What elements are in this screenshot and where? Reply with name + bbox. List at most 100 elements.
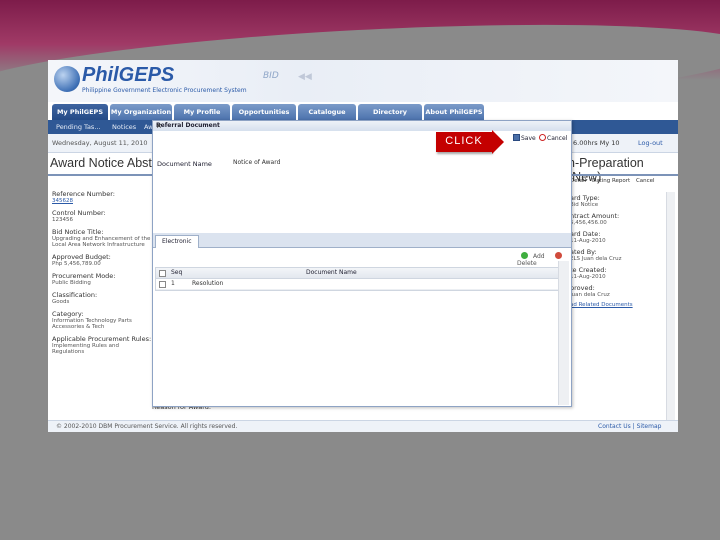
- save-icon: [513, 134, 520, 141]
- field-applicable-rules: Applicable Procurement Rules: Implementi…: [52, 335, 152, 355]
- field-category: Category: Information Technology Parts A…: [52, 310, 152, 330]
- field-value: Upgrading and Enhancement of the Local A…: [52, 236, 151, 248]
- browser-screenshot: PhilGEPS Philippine Government Electroni…: [48, 60, 678, 432]
- field-value: Php 5,456,789.00: [52, 261, 101, 267]
- field-classification: Classification: Goods: [52, 291, 152, 305]
- tab-my-philgeps[interactable]: My PhilGEPS: [52, 104, 108, 120]
- site-logo[interactable]: PhilGEPS: [82, 64, 174, 87]
- callout-text: CLICK: [445, 135, 483, 147]
- table-row[interactable]: 1 Resolution: [156, 279, 559, 290]
- tab-my-organization[interactable]: My Organization: [110, 104, 172, 120]
- field-value: Information Technology Parts Accessories…: [52, 318, 132, 330]
- referral-document-dialog: Referral Document × Save Cancel Document…: [152, 120, 572, 407]
- right-field: ard Type: Bid Notice: [570, 194, 676, 208]
- field-value: Bid Notice: [570, 202, 599, 208]
- site-header: PhilGEPS Philippine Government Electroni…: [48, 60, 678, 102]
- field-label: Reference Number:: [52, 190, 115, 198]
- delete-label: Delete: [517, 260, 537, 267]
- field-bid-notice-title: Bid Notice Title: Upgrading and Enhancem…: [52, 228, 152, 248]
- save-label: Save: [521, 135, 536, 142]
- field-value: ELS Juan dela Cruz: [570, 256, 622, 262]
- dialog-toolbar: Save Cancel: [153, 133, 571, 145]
- globe-logo-icon: [54, 66, 80, 92]
- select-all-checkbox[interactable]: [159, 270, 166, 277]
- right-field: te Created: 11-Aug-2010: [570, 266, 676, 280]
- reference-number-link[interactable]: 345628: [52, 198, 152, 204]
- delete-icon: [554, 252, 562, 259]
- click-callout-arrow: CLICK: [436, 130, 504, 154]
- right-field: proved: Juan dela Cruz: [570, 284, 676, 298]
- field-label: Bid Notice Title:: [52, 228, 104, 236]
- field-approved-budget: Approved Budget: Php 5,456,789.00: [52, 253, 152, 267]
- detail-button[interactable]: Detail: [570, 178, 586, 184]
- field-label: ated By:: [570, 248, 597, 256]
- right-toolbar: Detail Dating Report Cancel: [570, 178, 676, 188]
- field-label: Procurement Mode:: [52, 272, 116, 280]
- footer-links[interactable]: Contact Us | Sitemap: [598, 423, 661, 430]
- site-footer: © 2002-2010 DBM Procurement Service. All…: [48, 420, 678, 432]
- documents-table: Seq Document Name 1 Resolution: [155, 267, 560, 291]
- close-icon[interactable]: ×: [156, 122, 162, 130]
- field-label: Category:: [52, 310, 84, 318]
- tab-directory[interactable]: Directory: [358, 104, 422, 120]
- subnav-pending-tasks[interactable]: Pending Tas...: [56, 123, 101, 131]
- save-button[interactable]: Save: [513, 134, 536, 142]
- site-subtitle: Philippine Government Electronic Procure…: [82, 87, 247, 94]
- tab-opportunities[interactable]: Opportunities: [232, 104, 296, 120]
- field-label: ntract Amount:: [570, 212, 620, 220]
- copyright-text: © 2002-2010 DBM Procurement Service. All…: [56, 423, 238, 430]
- row-document-name: Resolution: [192, 280, 224, 287]
- row-checkbox[interactable]: [159, 281, 166, 288]
- field-label: Applicable Procurement Rules:: [52, 335, 152, 343]
- column-seq[interactable]: Seq: [171, 269, 182, 276]
- related-documents-link[interactable]: ad Related Documents: [570, 302, 676, 308]
- field-reference-number: Reference Number: 345628: [52, 190, 152, 204]
- document-name-label: Document Name: [157, 160, 212, 168]
- dating-report-button[interactable]: Dating Report: [592, 178, 630, 184]
- field-value: Goods: [52, 299, 70, 305]
- field-value: 123456: [52, 217, 73, 223]
- field-value[interactable]: 11-Aug-2010: [570, 238, 676, 244]
- right-details-panel: Detail Dating Report Cancel ard Type: Bi…: [570, 178, 676, 312]
- field-value: 11-Aug-2010: [570, 274, 606, 280]
- add-icon: [521, 252, 528, 259]
- field-control-number: Control Number: 123456: [52, 209, 152, 223]
- field-value: Juan dela Cruz: [570, 292, 610, 298]
- field-value: Implementing Rules and Regulations: [52, 343, 119, 355]
- tab-catalogue[interactable]: Catalogue: [298, 104, 356, 120]
- cancel-label: Cancel: [547, 135, 568, 142]
- current-date: Wednesday, August 11, 2010: [52, 139, 148, 147]
- right-field: ad Related Documents: [570, 302, 676, 308]
- add-button[interactable]: Add: [517, 252, 545, 260]
- field-label: ard Type:: [570, 194, 600, 202]
- document-name-field[interactable]: [233, 157, 353, 167]
- column-document-name[interactable]: Document Name: [306, 269, 357, 276]
- arrow-icon: ◀◀: [298, 72, 312, 82]
- tab-electronic[interactable]: Electronic: [155, 235, 199, 248]
- right-field: ntract Amount: 5,456,456.00: [570, 212, 676, 226]
- jobs-counter: 6.00hrs My 10: [573, 139, 620, 147]
- field-value: 5,456,456.00: [570, 220, 607, 226]
- cancel-icon: [539, 134, 546, 141]
- cancel-button[interactable]: Cancel: [539, 134, 567, 142]
- tab-my-profile[interactable]: My Profile: [174, 104, 230, 120]
- field-label: ard Date:: [570, 230, 601, 238]
- cancel-award-button[interactable]: Cancel: [636, 178, 655, 184]
- dialog-scrollbar[interactable]: [558, 261, 569, 405]
- tab-about-philgeps[interactable]: About PhilGEPS: [424, 104, 484, 120]
- page-scrollbar[interactable]: [666, 192, 675, 432]
- dialog-title-bar: Referral Document ×: [153, 121, 571, 131]
- add-label: Add: [533, 253, 545, 260]
- dialog-title: Referral Document: [156, 122, 220, 129]
- logout-link[interactable]: Log-out: [638, 139, 663, 147]
- header-bid-text: BID: [263, 71, 279, 81]
- document-name-row: Document Name: [157, 154, 557, 174]
- field-procurement-mode: Procurement Mode: Public Bidding: [52, 272, 152, 286]
- field-value: Public Bidding: [52, 280, 91, 286]
- subnav-notices[interactable]: Notices: [112, 123, 136, 131]
- field-label: proved:: [570, 284, 595, 292]
- row-seq: 1: [171, 280, 175, 287]
- field-label: te Created:: [570, 266, 607, 274]
- document-tabs: Electronic: [153, 233, 571, 248]
- field-label: Control Number:: [52, 209, 106, 217]
